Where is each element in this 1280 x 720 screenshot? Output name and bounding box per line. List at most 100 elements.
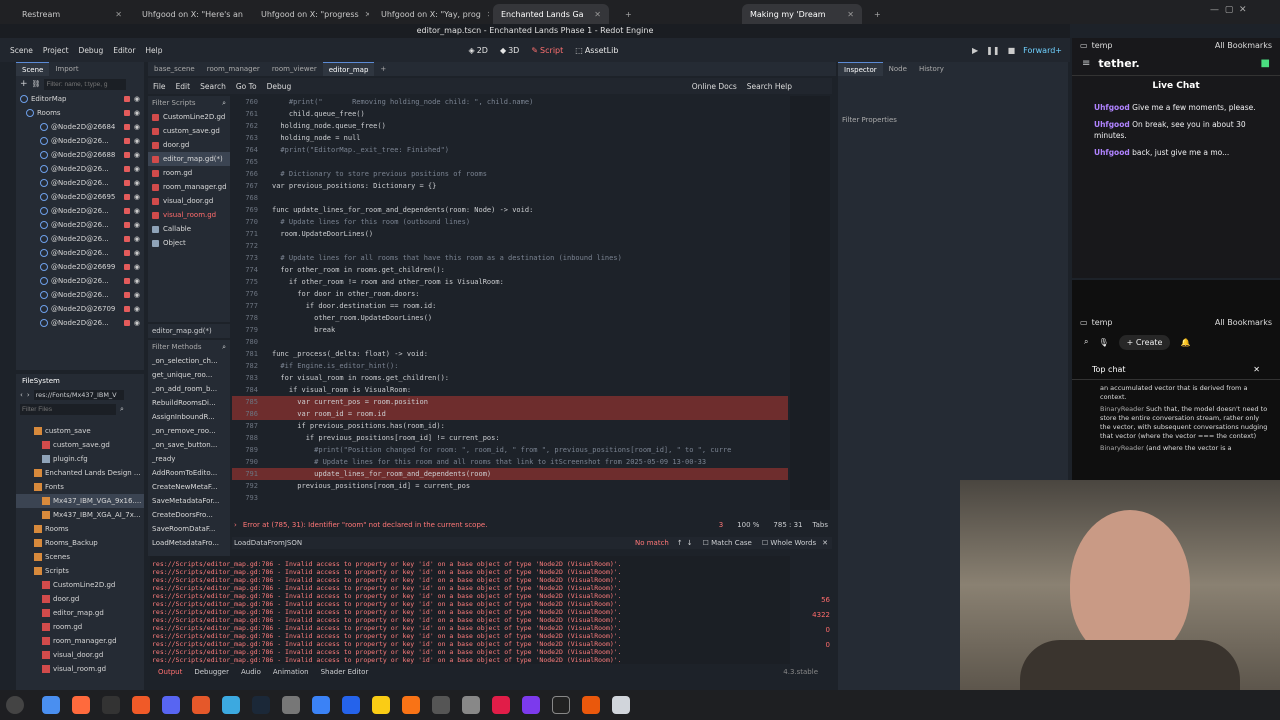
tab-shader-editor[interactable]: Shader Editor <box>321 668 369 676</box>
code-line[interactable]: 778 other_room.UpdateDoorLines() <box>232 312 788 324</box>
forward-icon[interactable]: › <box>27 391 30 399</box>
scene-tree-item[interactable]: @Node2D@26... ◉ <box>16 246 144 260</box>
renderer-select[interactable]: Forward+ <box>1023 46 1062 55</box>
code-line[interactable]: 767 var previous_positions: Dictionary = … <box>232 180 788 192</box>
scene-tree-item[interactable]: Rooms ◉ <box>16 106 144 120</box>
app-icon[interactable] <box>342 696 360 714</box>
code-line[interactable]: 786 var room_id = room.id <box>232 408 788 420</box>
filter-scripts-label[interactable]: Filter Scripts <box>152 99 196 107</box>
method-list-item[interactable]: get_unique_roo... <box>148 368 230 382</box>
visibility-icon[interactable]: ◉ <box>134 95 140 103</box>
close-icon[interactable]: ✕ <box>841 10 854 19</box>
method-list-item[interactable]: _ready <box>148 452 230 466</box>
script-attached-icon[interactable] <box>123 124 130 130</box>
method-list-item[interactable]: _on_add_room_b... <box>148 382 230 396</box>
method-list-item[interactable]: AssignInboundR... <box>148 410 230 424</box>
zoom-level[interactable]: 100 % <box>737 521 759 529</box>
scene-tree-item[interactable]: @Node2D@26695 ◉ <box>16 190 144 204</box>
code-line[interactable]: 784 if visual_room is VisualRoom: <box>232 384 788 396</box>
output-line[interactable]: res://Scripts/editor_map.gd:786 - Invali… <box>152 568 788 576</box>
script-attached-icon[interactable] <box>123 166 130 172</box>
script-attached-icon[interactable] <box>123 180 130 186</box>
terminal-icon[interactable] <box>102 696 120 714</box>
line-number[interactable]: 779 <box>232 324 272 336</box>
new-tab-button[interactable]: + <box>617 4 633 24</box>
close-icon[interactable]: ✕ <box>822 539 828 547</box>
visibility-icon[interactable]: ◉ <box>134 305 140 313</box>
code-line[interactable]: 772 <box>232 240 788 252</box>
method-list-item[interactable]: _on_remove_roo... <box>148 424 230 438</box>
fs-item[interactable]: visual_room.gd <box>16 662 144 676</box>
script-list-item[interactable]: Callable <box>148 222 230 236</box>
code-line[interactable]: 768 <box>232 192 788 204</box>
output-line[interactable]: res://Scripts/editor_map.gd:786 - Invali… <box>152 648 788 656</box>
line-number[interactable]: 788 <box>232 432 272 444</box>
fs-item[interactable]: Rooms_Backup <box>16 536 144 550</box>
script-list-item[interactable]: Object <box>148 236 230 250</box>
close-icon[interactable]: ✕ <box>359 10 369 19</box>
code-line[interactable]: 760 #print(" Removing holding_node child… <box>232 96 788 108</box>
output-line[interactable]: res://Scripts/editor_map.gd:786 - Invali… <box>152 616 788 624</box>
browser-tab-restream[interactable]: Restream ✕ <box>14 4 130 24</box>
output-line[interactable]: res://Scripts/editor_map.gd:786 - Invali… <box>152 576 788 584</box>
line-number[interactable]: 777 <box>232 300 272 312</box>
code-line[interactable]: 780 <box>232 336 788 348</box>
fs-item[interactable]: editor_map.gd <box>16 606 144 620</box>
fs-item[interactable]: CustomLine2D.gd <box>16 578 144 592</box>
fs-item[interactable]: Scripts <box>16 564 144 578</box>
visibility-icon[interactable]: ◉ <box>134 151 140 159</box>
line-number[interactable]: 760 <box>232 96 272 108</box>
line-number[interactable]: 774 <box>232 264 272 276</box>
line-number[interactable]: 776 <box>232 288 272 300</box>
script-attached-icon[interactable] <box>123 110 130 116</box>
match-case-checkbox[interactable]: ☐ Match Case <box>703 539 752 547</box>
fs-item[interactable]: Enchanted Lands Design ... <box>16 466 144 480</box>
method-list-item[interactable]: _on_save_button... <box>148 438 230 452</box>
tab-import[interactable]: Import <box>49 62 84 76</box>
script-list-item[interactable]: editor_map.gd(*) <box>148 152 230 166</box>
visibility-icon[interactable]: ◉ <box>134 319 140 327</box>
output-line[interactable]: res://Scripts/editor_map.gd:786 - Invali… <box>152 584 788 592</box>
filter-properties-input[interactable]: Filter Properties <box>838 116 1068 124</box>
output-line[interactable]: res://Scripts/editor_map.gd:786 - Invali… <box>152 592 788 600</box>
line-number[interactable]: 781 <box>232 348 272 360</box>
script-attached-icon[interactable] <box>123 222 130 228</box>
line-number[interactable]: 761 <box>232 108 272 120</box>
visibility-icon[interactable]: ◉ <box>134 193 140 201</box>
visibility-icon[interactable]: ◉ <box>134 263 140 271</box>
output-log[interactable]: res://Scripts/editor_map.gd:786 - Invali… <box>150 556 790 664</box>
code-minimap[interactable] <box>790 96 830 510</box>
code-line[interactable]: 781 func _process(_delta: float) -> void: <box>232 348 788 360</box>
tab-output[interactable]: Output <box>158 668 182 676</box>
browser-tab-enchanted[interactable]: Enchanted Lands Ga ✕ <box>493 4 609 24</box>
script-menu-edit[interactable]: Edit <box>176 82 191 91</box>
script-list-item[interactable]: door.gd <box>148 138 230 152</box>
error-filter-count[interactable]: 56 <box>798 596 830 604</box>
find-next-icon[interactable]: ↓ <box>687 539 693 547</box>
script-attached-icon[interactable] <box>123 278 130 284</box>
blender-icon[interactable] <box>582 696 600 714</box>
scene-tree-item[interactable]: @Node2D@26688 ◉ <box>16 148 144 162</box>
camera-app-icon[interactable] <box>312 696 330 714</box>
tab-base-scene[interactable]: base_scene <box>148 62 201 76</box>
mail-icon[interactable] <box>432 696 450 714</box>
code-line[interactable]: 770 # Update lines for this room (outbou… <box>232 216 788 228</box>
workspace-assetlib[interactable]: ⬚ AssetLib <box>575 46 618 55</box>
visibility-icon[interactable]: ◉ <box>134 165 140 173</box>
tab-room-viewer[interactable]: room_viewer <box>266 62 323 76</box>
menu-editor[interactable]: Editor <box>113 46 135 55</box>
line-number[interactable]: 771 <box>232 228 272 240</box>
media-icon[interactable] <box>402 696 420 714</box>
add-tab-icon[interactable]: + <box>374 62 392 76</box>
line-number[interactable]: 764 <box>232 144 272 156</box>
visibility-icon[interactable]: ◉ <box>134 207 140 215</box>
code-line[interactable]: 761 child.queue_free() <box>232 108 788 120</box>
code-line[interactable]: 762 holding_node.queue_free() <box>232 120 788 132</box>
fs-item[interactable]: Fonts <box>16 480 144 494</box>
line-number[interactable]: 787 <box>232 420 272 432</box>
script-attached-icon[interactable] <box>123 320 130 326</box>
scene-tree-item[interactable]: @Node2D@26... ◉ <box>16 176 144 190</box>
browser-tab-x1[interactable]: Uhfgood on X: "Here's an✕ <box>134 4 250 24</box>
firefox-icon[interactable] <box>72 696 90 714</box>
script-attached-icon[interactable] <box>123 152 130 158</box>
